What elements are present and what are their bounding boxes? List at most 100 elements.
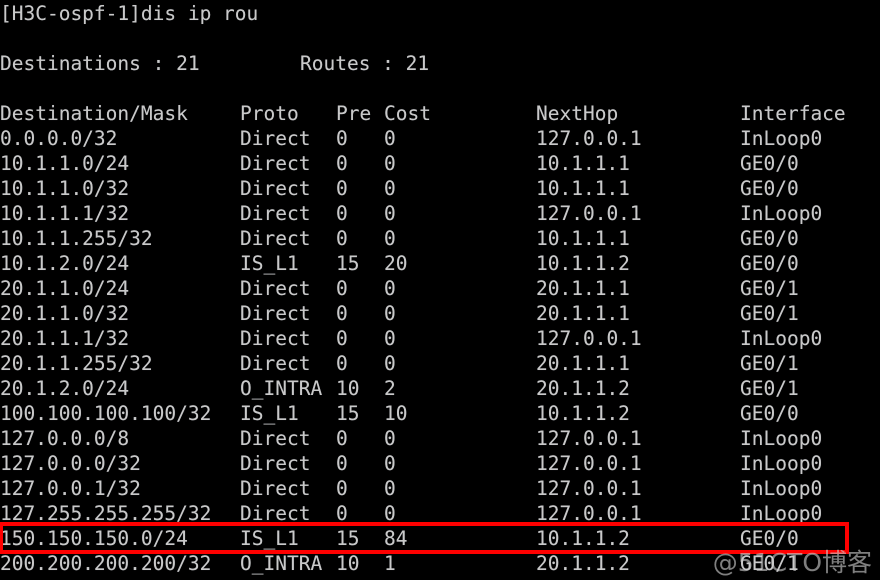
cell-nexthop: 10.1.1.2	[536, 252, 630, 275]
cell-destination: 127.255.255.255/32	[0, 502, 212, 525]
table-header-row: Destination/Mask Proto Pre Cost NextHop …	[0, 101, 880, 126]
cell-proto: Direct	[240, 227, 311, 250]
table-row: 127.0.0.0/8 Direct 0 0 127.0.0.1 InLoop0	[0, 426, 880, 451]
cell-cost: 84	[384, 527, 408, 550]
route-summary-line: Destinations : 21 Routes : 21	[0, 51, 880, 76]
cell-interface: GE0/0	[740, 527, 799, 550]
table-row: 10.1.2.0/24 IS_L1 15 20 10.1.1.2 GE0/0	[0, 251, 880, 276]
cell-nexthop: 127.0.0.1	[536, 502, 642, 525]
cell-interface: GE0/0	[740, 227, 799, 250]
cell-nexthop: 20.1.1.2	[536, 377, 630, 400]
table-row: 10.1.1.0/24 Direct 0 0 10.1.1.1 GE0/0	[0, 151, 880, 176]
column-header-interface: Interface	[740, 102, 846, 125]
cell-pre: 0	[336, 277, 348, 300]
cell-destination: 127.0.0.1/32	[0, 477, 141, 500]
cell-nexthop: 20.1.1.1	[536, 302, 630, 325]
route-table-body: 0.0.0.0/32 Direct 0 0 127.0.0.1 InLoop0 10.1.1…	[0, 126, 880, 576]
cell-proto: IS_L1	[240, 402, 299, 425]
cell-nexthop: 20.1.1.1	[536, 352, 630, 375]
cell-nexthop: 127.0.0.1	[536, 127, 642, 150]
cell-destination: 20.1.1.0/24	[0, 277, 130, 300]
cell-nexthop: 20.1.1.2	[536, 552, 630, 575]
cell-pre: 10	[336, 552, 360, 575]
cell-interface: GE0/1	[740, 377, 799, 400]
table-row: 100.100.100.100/32 IS_L1 15 10 10.1.1.2 GE0/0	[0, 401, 880, 426]
column-header-nexthop: NextHop	[536, 102, 619, 125]
cell-nexthop: 127.0.0.1	[536, 477, 642, 500]
cell-proto: IS_L1	[240, 252, 299, 275]
routes-count: Routes : 21	[300, 52, 430, 75]
cell-destination: 0.0.0.0/32	[0, 127, 118, 150]
cell-interface: InLoop0	[740, 502, 823, 525]
cell-proto: O_INTRA	[240, 377, 323, 400]
table-row: 10.1.1.1/32 Direct 0 0 127.0.0.1 InLoop0	[0, 201, 880, 226]
cell-interface: GE0/1	[740, 302, 799, 325]
cell-cost: 0	[384, 227, 396, 250]
cell-cost: 0	[384, 502, 396, 525]
cell-cost: 0	[384, 302, 396, 325]
cell-interface: GE0/0	[740, 402, 799, 425]
cell-interface: GE0/0	[740, 252, 799, 275]
cell-proto: Direct	[240, 277, 311, 300]
cell-nexthop: 127.0.0.1	[536, 427, 642, 450]
cell-interface: GE0/0	[740, 152, 799, 175]
cell-pre: 0	[336, 127, 348, 150]
cell-pre: 0	[336, 452, 348, 475]
table-row: 10.1.1.0/32 Direct 0 0 10.1.1.1 GE0/0	[0, 176, 880, 201]
column-header-cost: Cost	[384, 102, 431, 125]
cell-cost: 0	[384, 477, 396, 500]
cell-pre: 0	[336, 477, 348, 500]
command-prompt-line: [H3C-ospf-1]dis ip rou	[0, 1, 880, 26]
cell-cost: 0	[384, 202, 396, 225]
cell-destination: 10.1.1.255/32	[0, 227, 153, 250]
cell-proto: Direct	[240, 152, 311, 175]
table-row: 10.1.1.255/32 Direct 0 0 10.1.1.1 GE0/0	[0, 226, 880, 251]
cell-nexthop: 10.1.1.1	[536, 152, 630, 175]
terminal-window[interactable]: [H3C-ospf-1]dis ip rou Destinations : 21…	[0, 0, 880, 580]
cell-cost: 0	[384, 277, 396, 300]
table-row: 20.1.1.255/32 Direct 0 0 20.1.1.1 GE0/1	[0, 351, 880, 376]
cell-destination: 20.1.1.1/32	[0, 327, 130, 350]
cell-cost: 0	[384, 427, 396, 450]
cell-cost: 1	[384, 552, 396, 575]
cell-interface: InLoop0	[740, 427, 823, 450]
cell-proto: Direct	[240, 427, 311, 450]
cell-interface: InLoop0	[740, 127, 823, 150]
table-row: 150.150.150.0/24 IS_L1 15 84 10.1.1.2 GE0/0	[0, 526, 880, 551]
cell-proto: Direct	[240, 202, 311, 225]
cell-pre: 0	[336, 152, 348, 175]
cell-nexthop: 10.1.1.1	[536, 177, 630, 200]
table-row: 127.0.0.1/32 Direct 0 0 127.0.0.1 InLoop0	[0, 476, 880, 501]
cell-cost: 20	[384, 252, 408, 275]
cell-cost: 0	[384, 177, 396, 200]
cell-cost: 2	[384, 377, 396, 400]
cell-interface: GE0/1	[740, 277, 799, 300]
cell-destination: 20.1.1.0/32	[0, 302, 130, 325]
table-row: 127.0.0.0/32 Direct 0 0 127.0.0.1 InLoop0	[0, 451, 880, 476]
cell-interface: GE0/0	[740, 177, 799, 200]
cell-pre: 15	[336, 527, 360, 550]
cell-pre: 15	[336, 402, 360, 425]
cell-proto: Direct	[240, 327, 311, 350]
cell-interface: InLoop0	[740, 202, 823, 225]
table-row: 200.200.200.200/32 O_INTRA 10 1 20.1.1.2 GE0/…	[0, 551, 880, 576]
cell-cost: 0	[384, 152, 396, 175]
cell-pre: 15	[336, 252, 360, 275]
cell-proto: Direct	[240, 177, 311, 200]
cell-destination: 200.200.200.200/32	[0, 552, 212, 575]
cell-pre: 0	[336, 227, 348, 250]
cell-cost: 0	[384, 352, 396, 375]
table-row: 20.1.1.0/24 Direct 0 0 20.1.1.1 GE0/1	[0, 276, 880, 301]
cell-destination: 150.150.150.0/24	[0, 527, 188, 550]
cell-nexthop: 10.1.1.2	[536, 402, 630, 425]
cell-pre: 0	[336, 327, 348, 350]
cell-destination: 127.0.0.0/32	[0, 452, 141, 475]
cell-destination: 10.1.1.1/32	[0, 202, 130, 225]
cell-interface: InLoop0	[740, 477, 823, 500]
cell-destination: 10.1.1.0/32	[0, 177, 130, 200]
cell-cost: 0	[384, 327, 396, 350]
command-text: [H3C-ospf-1]dis ip rou	[0, 2, 259, 25]
cell-nexthop: 127.0.0.1	[536, 327, 642, 350]
table-row: 20.1.1.1/32 Direct 0 0 127.0.0.1 InLoop0	[0, 326, 880, 351]
